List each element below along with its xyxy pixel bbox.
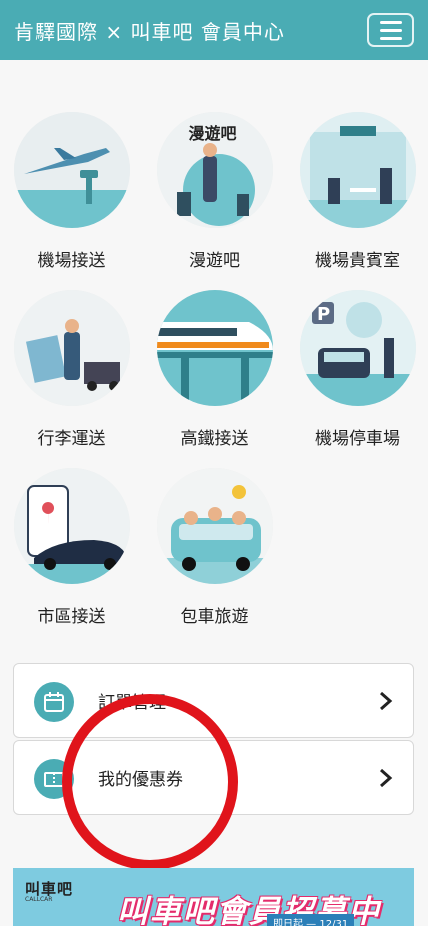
page-title: 肯驛國際 × 叫車吧 會員中心	[14, 19, 285, 44]
banner-date: 即日起 — 12/31	[267, 914, 355, 926]
service-luggage-delivery[interactable]: 行李運送	[0, 290, 143, 449]
roaming-badge: 漫遊吧	[188, 124, 237, 143]
annotation-circle	[62, 694, 238, 870]
service-airport-parking[interactable]: P 機場停車場	[286, 290, 428, 449]
svg-text:P: P	[317, 304, 330, 325]
service-label: 包車旅遊	[180, 607, 249, 627]
service-label: 機場接送	[37, 251, 106, 271]
calendar-icon	[34, 682, 74, 722]
charter-tour-icon	[156, 468, 273, 584]
service-label: 漫遊吧	[189, 251, 240, 271]
city-transfer-icon	[13, 468, 130, 584]
service-roaming[interactable]: 漫遊吧 漫遊吧	[143, 112, 286, 271]
banner-logo-sub: CALLCAR	[25, 896, 53, 903]
service-charter-tour[interactable]: 包車旅遊	[143, 468, 286, 627]
luggage-delivery-icon	[13, 290, 130, 406]
airport-parking-icon: P	[299, 290, 416, 406]
promo-banner[interactable]: 叫車吧 CALLCAR 叫車吧會員招募中 即日起 — 12/31	[13, 868, 414, 926]
service-airport-transfer[interactable]: 機場接送	[0, 112, 143, 271]
airport-lounge-icon	[299, 112, 416, 228]
service-label: 高鐵接送	[180, 429, 249, 449]
service-city-transfer[interactable]: 市區接送	[0, 468, 143, 627]
chevron-right-icon	[380, 768, 393, 788]
hamburger-icon[interactable]	[367, 13, 414, 47]
service-label: 機場停車場	[315, 429, 400, 449]
roaming-icon: 漫遊吧	[156, 112, 273, 228]
service-airport-lounge[interactable]: 機場貴賓室	[286, 112, 428, 271]
service-label: 機場貴賓室	[315, 251, 400, 271]
high-speed-rail-icon	[156, 290, 273, 406]
service-label: 市區接送	[37, 607, 106, 627]
service-label: 行李運送	[37, 429, 106, 449]
chevron-right-icon	[380, 691, 393, 711]
service-high-speed-rail[interactable]: 高鐵接送	[143, 290, 286, 449]
airport-transfer-icon	[13, 112, 130, 228]
app-header: 肯驛國際 × 叫車吧 會員中心	[0, 0, 428, 60]
